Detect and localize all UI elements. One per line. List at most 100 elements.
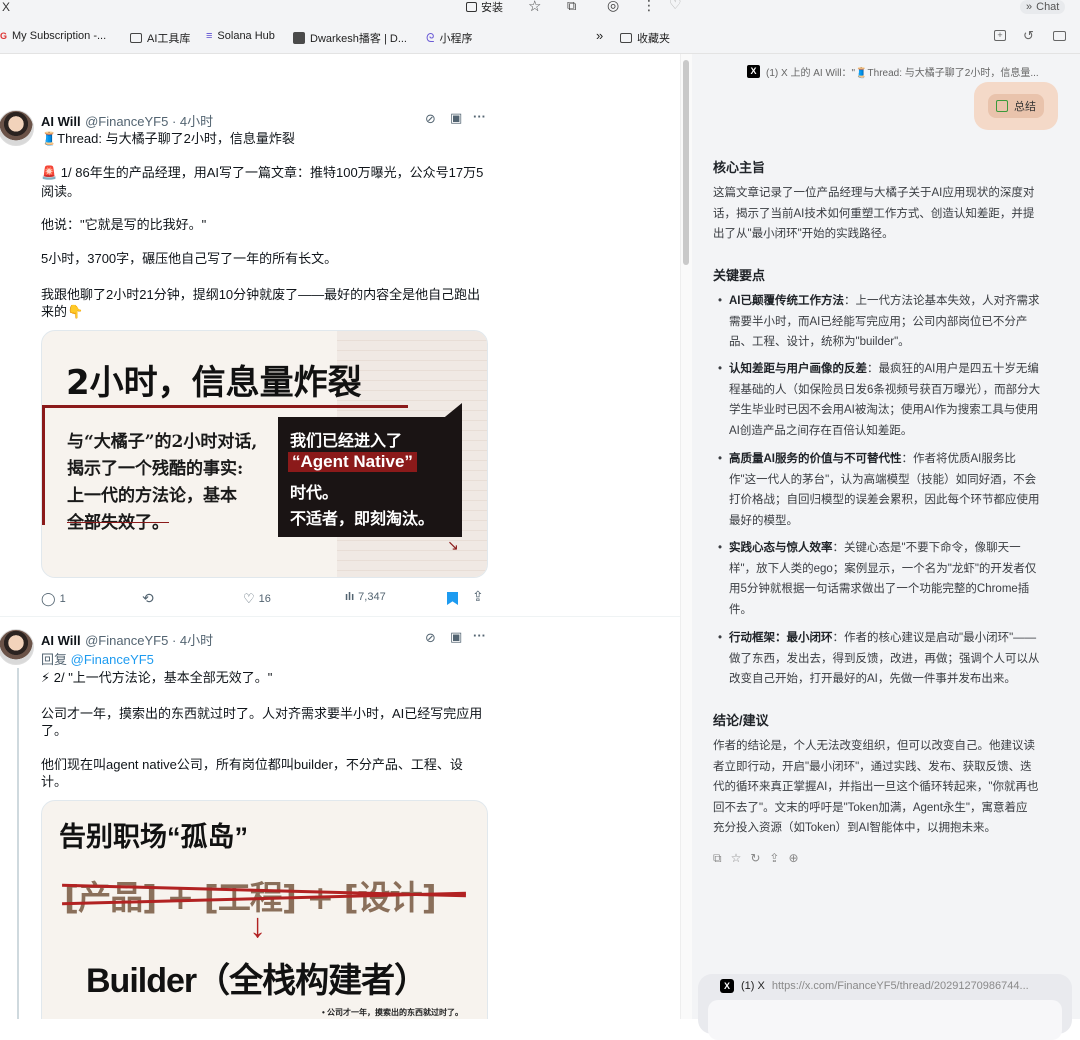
key-point-title: 行动框架：最小闭环 (729, 632, 833, 644)
bookmark-item[interactable]: ᘓ 小程序 (426, 30, 472, 46)
tweet-text-line: 阅读。 (41, 184, 81, 199)
sidebar-icon[interactable] (1053, 31, 1066, 41)
star-icon[interactable]: ☆ (528, 0, 541, 15)
bookmarks-more-icon[interactable]: » (596, 28, 603, 43)
regenerate-icon[interactable]: ↻ (750, 851, 760, 866)
thread-line (17, 668, 19, 1019)
section-heading: 结论/建议 (713, 713, 769, 728)
retweet-button[interactable]: ⟲ (142, 590, 154, 607)
download-icon[interactable]: ⊕ (788, 851, 798, 866)
share-icon[interactable]: ⇪ (769, 851, 779, 866)
box-arrow-tip (440, 403, 462, 421)
tweet-text-line: ⚡ 2/ "上一代方法论，基本全部无效了。" (41, 670, 273, 685)
key-point: 行动框架：最小闭环：作者的核心建议是启动"最小闭环"——做了东西，发出去，得到反… (718, 628, 1058, 690)
reply-context: 回复 @FinanceYF5 (41, 649, 154, 668)
card-footnote: • 公司才一年，摸索出的东西就过时了。 (322, 1008, 464, 1017)
card-divider (42, 405, 408, 408)
reply-icon: ◯ (41, 591, 56, 606)
card-left-line: 揭示了一个残酷的事实: (67, 459, 244, 479)
box-line: 我们已经进入了 (290, 433, 403, 450)
section-heading: 关键要点 (713, 268, 766, 283)
arrow-icon: ↘ (447, 537, 459, 553)
key-point-title: 高质量AI服务的价值与不可替代性 (729, 453, 902, 465)
install-label: 安装 (481, 2, 503, 14)
bookmark-icon[interactable] (447, 592, 458, 605)
avatar[interactable] (0, 629, 34, 665)
key-point-title: AI已颠覆传统工作方法 (729, 295, 844, 307)
author-name[interactable]: AI Will (41, 114, 81, 129)
copy-icon[interactable]: ⧉ (713, 851, 722, 866)
tweet-text-line: 🧵Thread: 与大橘子聊了2小时，信息量炸裂 (41, 131, 295, 146)
bookmark-label: Solana Hub (217, 30, 275, 42)
image-edit-icon[interactable]: ▣ (450, 110, 462, 126)
history-icon[interactable]: ↺ (1023, 28, 1034, 44)
bookmark-item[interactable]: ≡ Solana Hub (206, 30, 275, 42)
section-paragraph: 这篇文章记录了一位产品经理与大橘子关于AI应用现状的深度对 话，揭示了当前AI技… (713, 187, 1035, 240)
install-button[interactable]: 安装 (466, 0, 503, 14)
card-title: 2小时，信息量炸裂 (66, 363, 362, 403)
reply-prefix: 回复 (41, 652, 71, 667)
tweet-text-line: 🚨 1/ 86年生的产品经理，用AI写了一篇文章：推特100万曝光，公众号17万… (41, 165, 484, 180)
grok-icon[interactable]: ⊘ (425, 630, 436, 646)
key-point: 认知差距与用户画像的反差：最疯狂的AI用户是四五十岁无编程基础的人（如保险员日发… (718, 359, 1058, 441)
bookmark-item[interactable]: 收藏夹 (620, 30, 670, 46)
bulb-icon[interactable]: ♡ (669, 0, 682, 13)
summarize-button[interactable]: 总结 (974, 82, 1058, 130)
author-handle[interactable]: @FinanceYF5 · 4小时 (85, 114, 213, 129)
author-handle[interactable]: @FinanceYF5 · 4小时 (85, 633, 213, 648)
section-paragraph: 作者的结论是，个人无法改变组织，但可以改变自己。他建议读 者立即行动，开启"最小… (713, 740, 1039, 834)
tweet-text-line: 来的👇 (41, 304, 84, 319)
chat-label: Chat (1036, 1, 1060, 13)
like-button[interactable]: ♡ 16 (243, 591, 271, 607)
key-point: AI已颠覆传统工作方法：上一代方法论基本失效，人对齐需求需要半小时，而AI已经能… (718, 291, 1058, 353)
like-count: 16 (258, 593, 271, 605)
key-point: 高质量AI服务的价值与不可替代性：作者将优质AI服务比作"这一代人的茅台"，认为… (718, 449, 1058, 531)
card-title: 告别职场“孤岛” (59, 822, 248, 852)
menu-icon[interactable]: ⋮ (642, 0, 656, 14)
key-point: 实践心态与惊人效率：关键心态是"不要下命令，像聊天一样"，放下人类的ego；案例… (718, 538, 1058, 620)
summarize-label: 总结 (1014, 101, 1036, 113)
add-icon[interactable]: + (994, 30, 1006, 41)
extensions-icon[interactable]: ⧉ (567, 0, 576, 14)
share-icon[interactable]: ⇪ (472, 588, 484, 605)
avatar[interactable] (0, 110, 34, 146)
close-tab-icon[interactable]: X (2, 0, 10, 14)
profile-icon[interactable]: ◎ (607, 0, 619, 14)
miniapp-icon: ᘓ (426, 30, 435, 45)
bookmark-item[interactable]: G My Subscription -... (0, 30, 106, 42)
card-left-text: 与“大橘子”的2小时对话, 揭示了一个残酷的事实: 上一代的方法论，基本 全部失… (67, 429, 257, 537)
reply-button[interactable]: ◯ 1 (41, 591, 66, 607)
views-count: 7,347 (358, 591, 386, 603)
bookmark-label: AI工具库 (147, 33, 191, 45)
tweet-image-card[interactable]: 2小时，信息量炸裂 与“大橘子”的2小时对话, 揭示了一个残酷的事实: 上一代的… (41, 330, 488, 578)
chat-button[interactable]: » Chat (1020, 0, 1066, 14)
author-name[interactable]: AI Will (41, 633, 81, 648)
image-edit-icon[interactable]: ▣ (450, 629, 462, 645)
views-button[interactable]: ılı 7,347 (345, 591, 386, 603)
browser-top-bar: X 安装 ☆ ⧉ ◎ ⋮ ♡ » Chat (0, 0, 1080, 22)
x-logo-icon: X (720, 979, 734, 993)
views-icon: ılı (345, 591, 355, 603)
bookmark-label: 小程序 (439, 33, 473, 45)
reply-to-link[interactable]: @FinanceYF5 (71, 652, 154, 667)
star-icon[interactable]: ☆ (731, 851, 742, 866)
builder-result: Builder（全栈构建者） (86, 962, 428, 1000)
heart-icon: ♡ (243, 591, 255, 606)
grok-icon[interactable]: ⊘ (425, 111, 436, 127)
more-icon[interactable]: ··· (473, 109, 486, 124)
more-icon[interactable]: ··· (473, 628, 486, 643)
chat-input[interactable] (708, 1000, 1062, 1040)
tweet-image-card[interactable]: 告别职场“孤岛” [产品] + [工程] + [设计] ↓ Builder（全栈… (41, 800, 488, 1019)
context-url: https://x.com/FinanceYF5/thread/20291270… (771, 980, 1029, 992)
bookmark-label: Dwarkesh播客 | D... (310, 33, 407, 45)
box-line: 不适者，即刻淘汰。 (290, 511, 435, 528)
message-actions: ⧉ ☆ ↻ ⇪ ⊕ (713, 851, 799, 866)
card-left-line: 全部失效了。 (67, 513, 169, 533)
scrollbar-thumb[interactable] (683, 60, 689, 265)
bookmark-item[interactable]: Dwarkesh播客 | D... (293, 30, 407, 46)
solana-icon: ≡ (206, 30, 213, 42)
bookmark-item[interactable]: AI工具库 (130, 30, 190, 46)
input-context-card[interactable]: X (1) X https://x.com/FinanceYF5/thread/… (698, 974, 1072, 1040)
key-point-title: 认知差距与用户画像的反差 (729, 363, 867, 375)
podcast-icon (293, 32, 305, 44)
